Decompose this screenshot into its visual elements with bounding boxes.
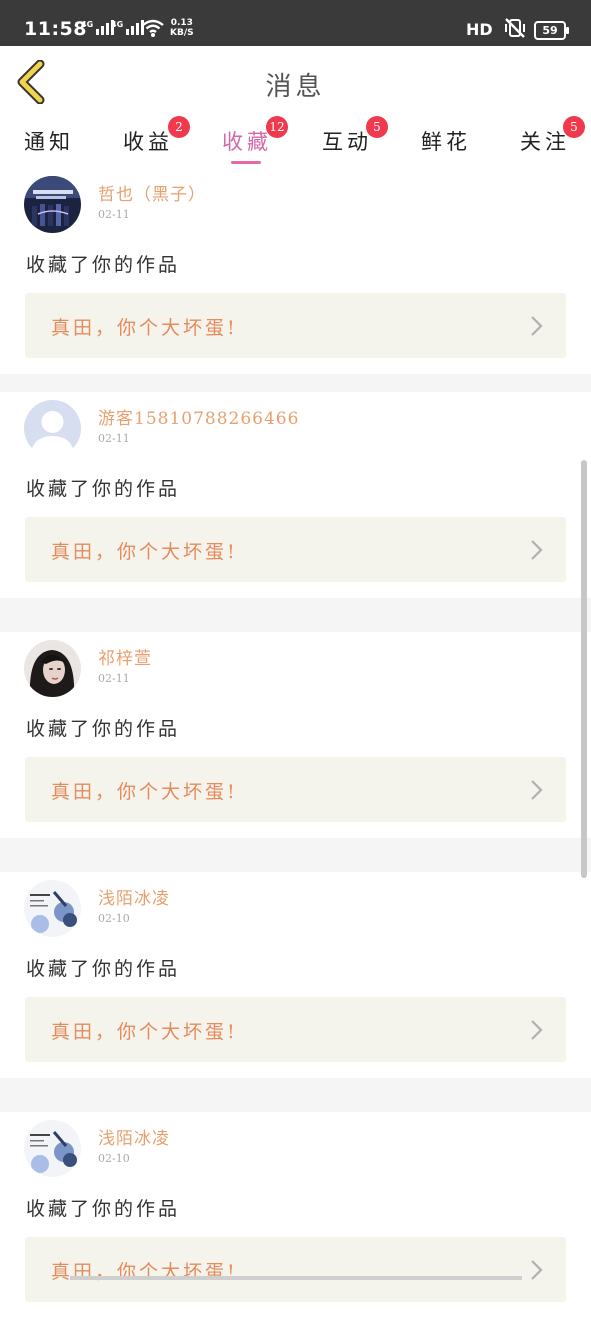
username[interactable]: 游客15810788266466 [98, 404, 299, 429]
tab-label: 收藏 [222, 130, 272, 154]
tab-notifications[interactable]: 通知 [24, 126, 74, 156]
message-date: 02-11 [98, 432, 130, 445]
tab-flowers[interactable]: 鲜花 [421, 126, 471, 156]
bottom-edge-strip [70, 1276, 522, 1280]
chevron-right-icon [531, 1020, 543, 1040]
tab-follows[interactable]: 关注 5 [520, 116, 585, 156]
tab-label: 关注 [520, 130, 570, 154]
status-bar: 11:58 4G 4G 0.13 KB/S HD 59 [0, 0, 591, 46]
action-text: 收藏了你的作品 [26, 1198, 181, 1220]
tab-interactions[interactable]: 互动 5 [322, 116, 388, 156]
message-card: 祁梓萱 02-11 收藏了你的作品 真田，你个大坏蛋! [0, 632, 591, 838]
chevron-right-icon [531, 1260, 543, 1280]
chevron-right-icon [531, 780, 543, 800]
message-date: 02-10 [98, 1152, 130, 1165]
avatar[interactable] [24, 1120, 81, 1177]
tab-earnings[interactable]: 收益 2 [123, 116, 190, 156]
battery-indicator: 59 [534, 21, 569, 40]
username[interactable]: 浅陌冰凌 [98, 1124, 170, 1149]
work-link[interactable]: 真田，你个大坏蛋! [25, 1237, 566, 1302]
avatar[interactable] [24, 640, 81, 697]
message-card: 浅陌冰凌 02-10 收藏了你的作品 真田，你个大坏蛋! [0, 1112, 591, 1318]
work-title: 真田，你个大坏蛋! [51, 541, 238, 563]
tab-favorites[interactable]: 收藏 12 [222, 116, 288, 156]
action-text: 收藏了你的作品 [26, 254, 181, 276]
username[interactable]: 哲也（黑子） [98, 180, 206, 205]
signal-tag: 4G [111, 20, 124, 29]
hd-indicator: HD [466, 20, 493, 39]
work-link[interactable]: 真田，你个大坏蛋! [25, 997, 566, 1062]
work-title: 真田，你个大坏蛋! [51, 317, 238, 339]
chevron-right-icon [531, 540, 543, 560]
scrollbar[interactable] [581, 460, 587, 878]
active-tab-indicator [231, 161, 261, 164]
work-title: 真田，你个大坏蛋! [51, 1021, 238, 1043]
speed-value: 0.13 [170, 18, 193, 28]
count-badge: 5 [366, 116, 388, 138]
message-card: 游客15810788266466 02-11 收藏了你的作品 真田，你个大坏蛋! [0, 392, 591, 598]
app-header: 消息 [0, 46, 591, 119]
action-text: 收藏了你的作品 [26, 718, 181, 740]
count-badge: 12 [266, 116, 288, 138]
message-card: 哲也（黑子） 02-11 收藏了你的作品 真田，你个大坏蛋! [0, 168, 591, 374]
work-link[interactable]: 真田，你个大坏蛋! [25, 293, 566, 358]
signal-tag: 4G [81, 20, 94, 29]
work-link[interactable]: 真田，你个大坏蛋! [25, 517, 566, 582]
message-card: 浅陌冰凌 02-10 收藏了你的作品 真田，你个大坏蛋! [0, 872, 591, 1078]
chevron-right-icon [531, 316, 543, 336]
avatar[interactable] [24, 176, 81, 233]
network-speed: 0.13 KB/S [170, 18, 194, 38]
tab-label: 收益 [123, 130, 173, 154]
action-text: 收藏了你的作品 [26, 478, 181, 500]
message-date: 02-10 [98, 912, 130, 925]
wifi-icon [141, 18, 165, 42]
username[interactable]: 浅陌冰凌 [98, 884, 170, 909]
work-link[interactable]: 真田，你个大坏蛋! [25, 757, 566, 822]
status-time: 11:58 [24, 18, 87, 40]
username[interactable]: 祁梓萱 [98, 644, 152, 669]
tab-label: 互动 [322, 130, 372, 154]
message-date: 02-11 [98, 208, 130, 221]
avatar[interactable] [24, 400, 81, 457]
signal-icon: 4G [81, 20, 115, 35]
count-badge: 5 [563, 116, 585, 138]
action-text: 收藏了你的作品 [26, 958, 181, 980]
count-badge: 2 [168, 116, 190, 138]
signal-icon: 4G [111, 20, 145, 35]
tab-bar: 通知 收益 2 收藏 12 互动 5 鲜花 关注 5 [0, 116, 591, 168]
speed-unit: KB/S [170, 28, 194, 38]
tab-label: 鲜花 [421, 130, 471, 154]
message-date: 02-11 [98, 672, 130, 685]
avatar[interactable] [24, 880, 81, 937]
tab-label: 通知 [24, 130, 74, 154]
mute-vibrate-icon [504, 17, 526, 43]
page-title: 消息 [265, 72, 326, 102]
work-title: 真田，你个大坏蛋! [51, 781, 238, 803]
